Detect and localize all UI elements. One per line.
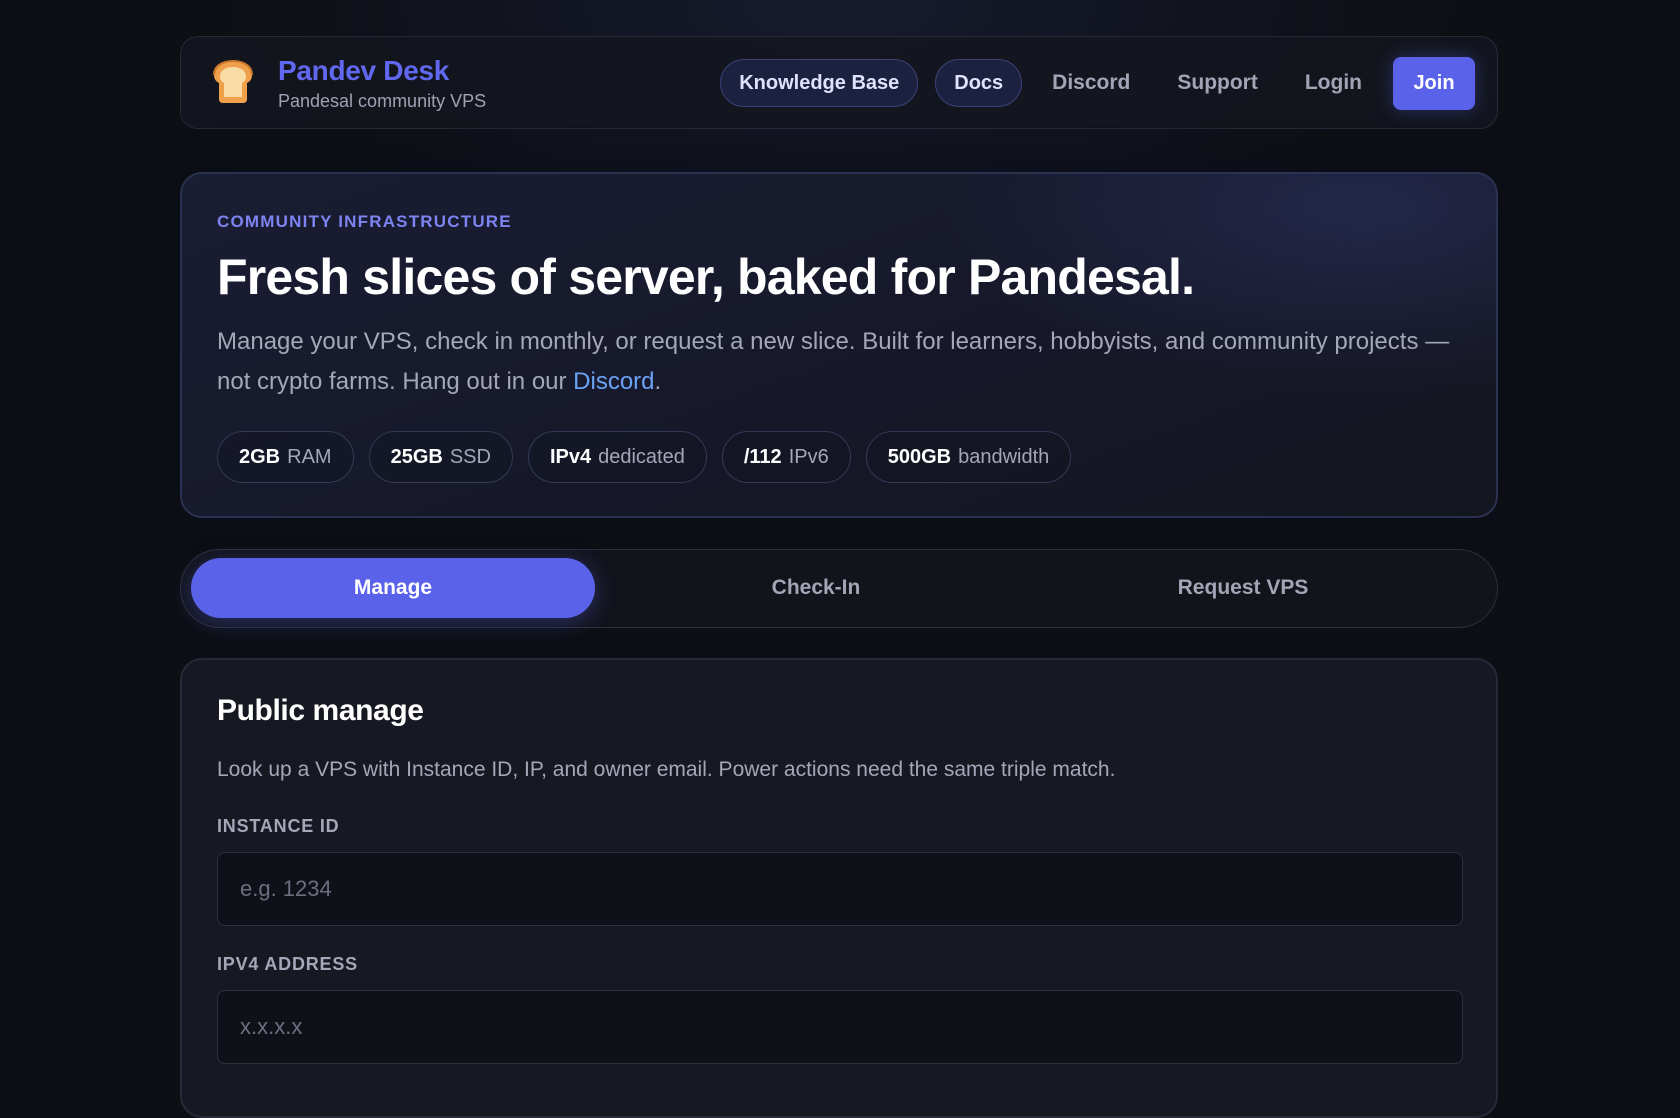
- tab-request-vps[interactable]: Request VPS: [1041, 558, 1445, 618]
- chip-label: RAM: [287, 445, 332, 468]
- ipv4-input[interactable]: [217, 990, 1463, 1064]
- discord-link[interactable]: Discord: [573, 368, 654, 395]
- manage-title: Public manage: [217, 694, 424, 727]
- top-bar: Pandev Desk Pandesal community VPS Knowl…: [180, 36, 1498, 129]
- ipv4-label: IPV4 ADDRESS: [217, 954, 358, 974]
- brand-title[interactable]: Pandev Desk: [278, 55, 449, 87]
- brand-subtitle: Pandesal community VPS: [278, 91, 487, 111]
- hero-eyebrow: COMMUNITY INFRASTRUCTURE: [217, 212, 512, 231]
- instance-id-input[interactable]: [217, 852, 1463, 926]
- nav-discord[interactable]: Discord: [1037, 71, 1145, 95]
- bread-icon[interactable]: [206, 55, 260, 109]
- instance-id-label: INSTANCE ID: [217, 816, 340, 836]
- tab-check-in[interactable]: Check-In: [614, 558, 1018, 618]
- spec-chip-bandwidth: 500GB bandwidth: [865, 431, 1072, 483]
- spec-chip-ipv6: /112 IPv6: [721, 431, 851, 483]
- tab-bar: Manage Check-In Request VPS: [180, 549, 1498, 628]
- tab-manage[interactable]: Manage: [191, 558, 595, 618]
- main-nav: Knowledge Base Docs Discord Support Logi…: [720, 56, 1475, 110]
- hero-desc-text: Manage your VPS, check in monthly, or re…: [217, 328, 1450, 395]
- spec-chip-ipv4: IPv4 dedicated: [527, 431, 707, 483]
- chip-value: 25GB: [390, 445, 443, 468]
- chip-label: bandwidth: [958, 445, 1050, 468]
- nav-support[interactable]: Support: [1162, 71, 1272, 95]
- chip-value: 2GB: [239, 445, 281, 468]
- chip-value: /112: [743, 445, 782, 468]
- chip-value: 500GB: [887, 445, 952, 468]
- hero-title: Fresh slices of server, baked for Pandes…: [217, 249, 1195, 305]
- spec-chips: 2GB RAM 25GB SSD IPv4 dedicated /112 IPv6 50…: [217, 431, 1086, 483]
- hero-desc-end: .: [654, 368, 662, 395]
- nav-docs[interactable]: Docs: [935, 59, 1023, 107]
- manage-card: Public manage Look up a VPS with Instanc…: [180, 658, 1498, 1118]
- spec-chip-ram: 2GB RAM: [217, 431, 354, 483]
- hero-description: Manage your VPS, check in monthly, or re…: [217, 322, 1457, 402]
- chip-label: IPv6: [788, 445, 829, 468]
- chip-label: dedicated: [598, 445, 685, 468]
- chip-value: IPv4: [549, 445, 592, 468]
- spec-chip-ssd: 25GB SSD: [368, 431, 513, 483]
- chip-label: SSD: [449, 445, 491, 468]
- nav-knowledge-base[interactable]: Knowledge Base: [720, 59, 919, 107]
- manage-description: Look up a VPS with Instance ID, IP, and …: [217, 758, 1116, 781]
- join-button[interactable]: Join: [1393, 56, 1475, 110]
- hero-panel: COMMUNITY INFRASTRUCTURE Fresh slices of…: [180, 172, 1498, 518]
- nav-login[interactable]: Login: [1290, 71, 1377, 95]
